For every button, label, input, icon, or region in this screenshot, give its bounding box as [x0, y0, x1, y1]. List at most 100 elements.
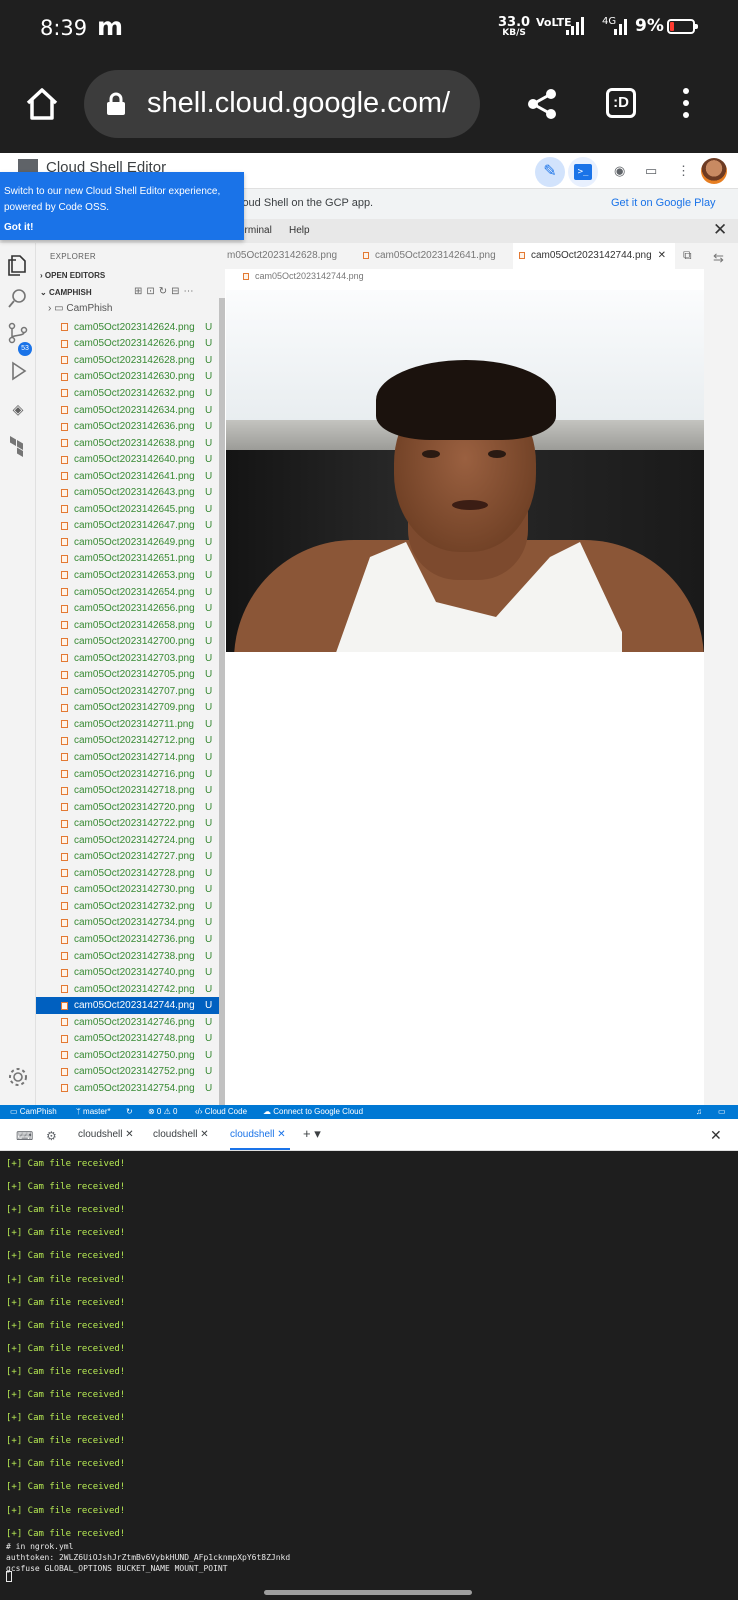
file-item[interactable]: cam05Oct2023142658.png U [36, 617, 219, 634]
file-item[interactable]: cam05Oct2023142744.png U [36, 997, 219, 1014]
file-item[interactable]: cam05Oct2023142718.png U [36, 782, 219, 799]
terminal-tab-1[interactable]: cloudshell ✕ [78, 1129, 134, 1140]
terminal-line: [+] Cam file received! [6, 1251, 126, 1262]
file-item[interactable]: cam05Oct2023142624.png U [36, 319, 219, 336]
file-item[interactable]: cam05Oct2023142641.png U [36, 468, 219, 485]
file-item[interactable]: cam05Oct2023142728.png U [36, 865, 219, 882]
file-item[interactable]: cam05Oct2023142643.png U [36, 484, 219, 501]
file-item[interactable]: cam05Oct2023142703.png U [36, 650, 219, 667]
status-workspace[interactable]: ▭ CamPhish [10, 1107, 57, 1116]
editor-tab-1[interactable]: m05Oct2023142628.png [225, 243, 353, 269]
share-icon[interactable] [526, 88, 558, 120]
file-item[interactable]: cam05Oct2023142738.png U [36, 948, 219, 965]
add-terminal-button[interactable]: + ▾ [303, 1126, 321, 1142]
file-item[interactable]: cam05Oct2023142638.png U [36, 435, 219, 452]
file-item[interactable]: cam05Oct2023142707.png U [36, 683, 219, 700]
close-icon[interactable]: ✕ [713, 220, 727, 240]
file-item[interactable]: cam05Oct2023142712.png U [36, 733, 219, 750]
git-status: U [205, 818, 213, 830]
file-item[interactable]: cam05Oct2023142740.png U [36, 964, 219, 981]
file-item[interactable]: cam05Oct2023142654.png U [36, 584, 219, 601]
file-item[interactable]: cam05Oct2023142705.png U [36, 666, 219, 683]
image-file-icon [61, 339, 68, 348]
menu-help[interactable]: Help [289, 225, 310, 236]
file-item[interactable]: cam05Oct2023142653.png U [36, 567, 219, 584]
file-item[interactable]: cam05Oct2023142649.png U [36, 534, 219, 551]
file-item[interactable]: cam05Oct2023142632.png U [36, 385, 219, 402]
workspace-section[interactable]: ⌄ CAMPHISH [40, 288, 92, 297]
sync-icon[interactable]: ↻ [126, 1107, 133, 1116]
avatar[interactable] [701, 158, 727, 184]
terraform-icon[interactable] [6, 433, 30, 457]
file-item[interactable]: cam05Oct2023142736.png U [36, 931, 219, 948]
status-problems[interactable]: ⊗ 0 ⚠ 0 [148, 1107, 177, 1116]
home-icon[interactable] [24, 86, 60, 122]
explorer-toolbar[interactable]: ⊞⊡↻⊟⋯ [134, 286, 198, 297]
layout-icon[interactable]: ▭ [718, 1107, 726, 1116]
open-editors-section[interactable]: › OPEN EDITORS [40, 271, 105, 280]
status-branch[interactable]: ᛘ master* [76, 1107, 111, 1116]
terminal-toggle-icon[interactable] [568, 157, 598, 187]
tree-icon[interactable]: ⇆ [713, 250, 724, 266]
file-item[interactable]: cam05Oct2023142742.png U [36, 981, 219, 998]
status-cloud-code[interactable]: ‹/› Cloud Code [195, 1107, 247, 1116]
file-item[interactable]: cam05Oct2023142722.png U [36, 815, 219, 832]
file-item[interactable]: cam05Oct2023142647.png U [36, 518, 219, 535]
tab-switcher-button[interactable]: :D [606, 88, 636, 118]
run-debug-icon[interactable] [6, 359, 30, 383]
image-file-icon [61, 836, 68, 845]
file-item[interactable]: cam05Oct2023142730.png U [36, 882, 219, 899]
file-item[interactable]: cam05Oct2023142724.png U [36, 832, 219, 849]
file-item[interactable]: cam05Oct2023142651.png U [36, 551, 219, 568]
status-connect[interactable]: ☁ Connect to Google Cloud [263, 1107, 363, 1116]
editor-pencil-icon[interactable]: ✎ [535, 157, 565, 187]
file-item[interactable]: cam05Oct2023142709.png U [36, 700, 219, 717]
file-item[interactable]: cam05Oct2023142711.png U [36, 716, 219, 733]
file-item[interactable]: cam05Oct2023142634.png U [36, 402, 219, 419]
got-it-button[interactable]: Got it! [4, 222, 33, 233]
file-item[interactable]: cam05Oct2023142656.png U [36, 600, 219, 617]
file-item[interactable]: cam05Oct2023142720.png U [36, 799, 219, 816]
editor-tab-active[interactable]: cam05Oct2023142744.png ✕ [513, 243, 675, 269]
file-item[interactable]: cam05Oct2023142640.png U [36, 451, 219, 468]
keyboard-icon[interactable]: ⌨ [16, 1129, 33, 1143]
file-item[interactable]: cam05Oct2023142716.png U [36, 766, 219, 783]
terminal-tab-active[interactable]: cloudshell ✕ [230, 1129, 286, 1140]
split-editor-icon[interactable]: ⧉ [683, 248, 692, 263]
file-item[interactable]: cam05Oct2023142752.png U [36, 1064, 219, 1081]
folder-camphish[interactable]: › ▭ CamPhish [48, 303, 112, 314]
file-item[interactable]: cam05Oct2023142727.png U [36, 849, 219, 866]
terminal[interactable]: [+] Cam file received! [+] Cam file recei… [0, 1151, 738, 1600]
file-item[interactable]: cam05Oct2023142734.png U [36, 915, 219, 932]
more-vert-icon[interactable]: ⋮ [677, 163, 690, 179]
terminal-settings-icon[interactable]: ⚙ [46, 1129, 57, 1143]
explorer-icon[interactable] [6, 253, 30, 277]
google-play-link[interactable]: Get it on Google Play [611, 197, 716, 209]
settings-gear-icon[interactable] [6, 1065, 30, 1089]
file-item[interactable]: cam05Oct2023142748.png U [36, 1031, 219, 1048]
file-item[interactable]: cam05Oct2023142700.png U [36, 633, 219, 650]
file-name: cam05Oct2023142636.png [74, 421, 195, 433]
file-item[interactable]: cam05Oct2023142746.png U [36, 1014, 219, 1031]
file-item[interactable]: cam05Oct2023142645.png U [36, 501, 219, 518]
close-tab-icon[interactable]: ✕ [658, 250, 666, 261]
file-item[interactable]: cam05Oct2023142636.png U [36, 418, 219, 435]
file-item[interactable]: cam05Oct2023142754.png U [36, 1080, 219, 1097]
file-item[interactable]: cam05Oct2023142626.png U [36, 336, 219, 353]
web-preview-icon[interactable]: ◉ [614, 163, 625, 179]
url-bar[interactable]: shell.cloud.google.com/ [84, 70, 480, 138]
editor-tab-2[interactable]: cam05Oct2023142641.png [357, 243, 507, 269]
promo-popup: Switch to our new Cloud Shell Editor exp… [0, 172, 244, 240]
cloud-code-icon[interactable]: ◈ [6, 397, 30, 421]
file-item[interactable]: cam05Oct2023142630.png U [36, 369, 219, 386]
terminal-tab-2[interactable]: cloudshell ✕ [153, 1129, 209, 1140]
search-icon[interactable] [6, 286, 30, 310]
file-item[interactable]: cam05Oct2023142732.png U [36, 898, 219, 915]
window-icon[interactable]: ▭ [645, 163, 657, 179]
file-item[interactable]: cam05Oct2023142750.png U [36, 1047, 219, 1064]
overflow-menu-icon[interactable] [682, 88, 690, 118]
close-terminal-icon[interactable]: ✕ [710, 1127, 722, 1144]
file-item[interactable]: cam05Oct2023142714.png U [36, 749, 219, 766]
file-item[interactable]: cam05Oct2023142628.png U [36, 352, 219, 369]
bell-icon[interactable]: ♫ [696, 1107, 702, 1116]
